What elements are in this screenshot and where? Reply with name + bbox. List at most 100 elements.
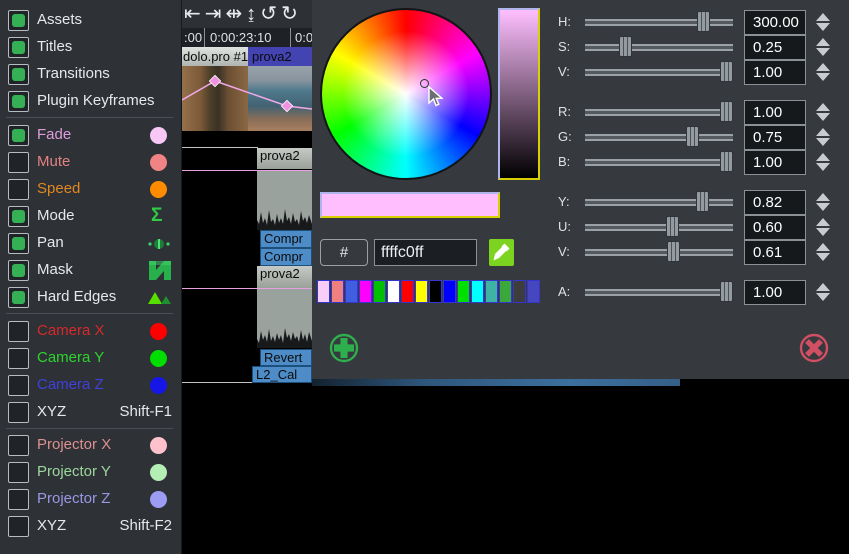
slider-thumb[interactable] bbox=[666, 216, 679, 237]
audio-waveform-block[interactable] bbox=[257, 289, 312, 348]
menu-item-mode[interactable]: Mode Σ bbox=[0, 203, 181, 230]
fit-autos-icon[interactable]: ↨ bbox=[246, 4, 256, 24]
menu-item-plugin-keyframes[interactable]: Plugin Keyframes bbox=[0, 88, 181, 115]
hex-hash-button[interactable]: # bbox=[320, 239, 368, 266]
fade-keyframe-curve[interactable] bbox=[182, 66, 312, 131]
slider-thumb[interactable] bbox=[697, 11, 710, 32]
checkbox[interactable] bbox=[8, 462, 29, 483]
hue-slider[interactable] bbox=[585, 11, 733, 34]
audio-waveform-block[interactable] bbox=[257, 171, 312, 230]
checkbox[interactable] bbox=[8, 489, 29, 510]
red-value-box[interactable]: 1.00 bbox=[744, 100, 806, 125]
checkbox[interactable] bbox=[8, 321, 29, 342]
plugin-bar[interactable]: Revert bbox=[260, 349, 312, 366]
palette-swatch[interactable] bbox=[471, 280, 484, 303]
checkbox[interactable] bbox=[8, 206, 29, 227]
spin-up-icon[interactable] bbox=[816, 38, 830, 46]
slider-thumb[interactable] bbox=[720, 281, 733, 302]
checkbox[interactable] bbox=[8, 287, 29, 308]
checkbox[interactable] bbox=[8, 125, 29, 146]
checkbox[interactable] bbox=[8, 10, 29, 31]
checkbox[interactable] bbox=[8, 91, 29, 112]
luma-value-box[interactable]: 0.82 bbox=[744, 190, 806, 215]
menu-item-speed[interactable]: Speed bbox=[0, 176, 181, 203]
palette-swatch[interactable] bbox=[429, 280, 442, 303]
palette-swatch[interactable] bbox=[373, 280, 386, 303]
audio-clip-title[interactable]: prova2 bbox=[257, 266, 312, 288]
blue-spinner[interactable] bbox=[812, 151, 833, 174]
palette-swatch[interactable] bbox=[345, 280, 358, 303]
green-slider[interactable] bbox=[585, 126, 733, 149]
red-spinner[interactable] bbox=[812, 101, 833, 124]
eyedropper-button[interactable] bbox=[489, 239, 514, 266]
plugin-bar[interactable]: L2_Cal bbox=[252, 366, 312, 383]
checkbox[interactable] bbox=[8, 260, 29, 281]
green-value-box[interactable]: 0.75 bbox=[744, 125, 806, 150]
slider-thumb[interactable] bbox=[720, 61, 733, 82]
palette-swatch[interactable] bbox=[331, 280, 344, 303]
menu-item-projector-y[interactable]: Projector Y bbox=[0, 459, 181, 486]
spin-up-icon[interactable] bbox=[816, 153, 830, 161]
menu-item-pan[interactable]: Pan bbox=[0, 230, 181, 257]
spin-down-icon[interactable] bbox=[816, 113, 830, 121]
slider-thumb[interactable] bbox=[696, 191, 709, 212]
menu-item-camera-z[interactable]: Camera Z bbox=[0, 372, 181, 399]
hue-spinner[interactable] bbox=[812, 11, 833, 34]
fit-selection-icon[interactable]: ⇹ bbox=[226, 4, 243, 24]
u-value-box[interactable]: 0.60 bbox=[744, 215, 806, 240]
palette-swatch[interactable] bbox=[415, 280, 428, 303]
checkbox[interactable] bbox=[8, 179, 29, 200]
next-edit-icon[interactable]: ⇥ bbox=[205, 4, 222, 24]
menu-item-titles[interactable]: Titles bbox=[0, 34, 181, 61]
checkbox[interactable] bbox=[8, 152, 29, 173]
luma-spinner[interactable] bbox=[812, 191, 833, 214]
palette-swatch[interactable] bbox=[527, 280, 540, 303]
spin-up-icon[interactable] bbox=[816, 103, 830, 111]
slider-thumb[interactable] bbox=[686, 126, 699, 147]
spin-up-icon[interactable] bbox=[816, 193, 830, 201]
spin-down-icon[interactable] bbox=[816, 163, 830, 171]
spin-down-icon[interactable] bbox=[816, 138, 830, 146]
plugin-bar[interactable]: Compr bbox=[260, 230, 312, 248]
checkbox[interactable] bbox=[8, 516, 29, 537]
video-clip-title[interactable]: dolo.pro #1 bbox=[182, 47, 248, 66]
spin-down-icon[interactable] bbox=[816, 23, 830, 31]
checkbox[interactable] bbox=[8, 348, 29, 369]
spin-up-icon[interactable] bbox=[816, 218, 830, 226]
palette-swatch[interactable] bbox=[485, 280, 498, 303]
palette-swatch[interactable] bbox=[317, 280, 330, 303]
slider-thumb[interactable] bbox=[720, 101, 733, 122]
menu-item-hard-edges[interactable]: Hard Edges bbox=[0, 284, 181, 311]
menu-item-camera-y[interactable]: Camera Y bbox=[0, 345, 181, 372]
hue-value-box[interactable]: 300.00 bbox=[744, 10, 806, 35]
close-button[interactable] bbox=[797, 331, 831, 365]
ok-button[interactable] bbox=[327, 331, 361, 365]
menu-item-assets[interactable]: Assets bbox=[0, 7, 181, 34]
slider-thumb[interactable] bbox=[619, 36, 632, 57]
u-spinner[interactable] bbox=[812, 216, 833, 239]
spin-up-icon[interactable] bbox=[816, 13, 830, 21]
spin-up-icon[interactable] bbox=[816, 128, 830, 136]
saturation-spinner[interactable] bbox=[812, 36, 833, 59]
spin-down-icon[interactable] bbox=[816, 48, 830, 56]
slider-thumb[interactable] bbox=[720, 151, 733, 172]
value-slider[interactable] bbox=[585, 61, 733, 84]
menu-item-projector-x[interactable]: Projector X bbox=[0, 432, 181, 459]
prev-edit-icon[interactable]: ⇤ bbox=[184, 4, 201, 24]
spin-down-icon[interactable] bbox=[816, 228, 830, 236]
checkbox[interactable] bbox=[8, 402, 29, 423]
slider-thumb[interactable] bbox=[667, 241, 680, 262]
spin-down-icon[interactable] bbox=[816, 73, 830, 81]
menu-item-projector-z[interactable]: Projector Z bbox=[0, 486, 181, 513]
spin-up-icon[interactable] bbox=[816, 243, 830, 251]
palette-swatch[interactable] bbox=[443, 280, 456, 303]
green-spinner[interactable] bbox=[812, 126, 833, 149]
menu-item-projector-xyz[interactable]: XYZ Shift-F2 bbox=[0, 513, 181, 540]
palette-swatch[interactable] bbox=[513, 280, 526, 303]
palette-swatch[interactable] bbox=[387, 280, 400, 303]
menu-item-transitions[interactable]: Transitions bbox=[0, 61, 181, 88]
menu-item-camera-x[interactable]: Camera X bbox=[0, 318, 181, 345]
spin-up-icon[interactable] bbox=[816, 63, 830, 71]
palette-swatch[interactable] bbox=[401, 280, 414, 303]
v-value-box[interactable]: 0.61 bbox=[744, 240, 806, 265]
